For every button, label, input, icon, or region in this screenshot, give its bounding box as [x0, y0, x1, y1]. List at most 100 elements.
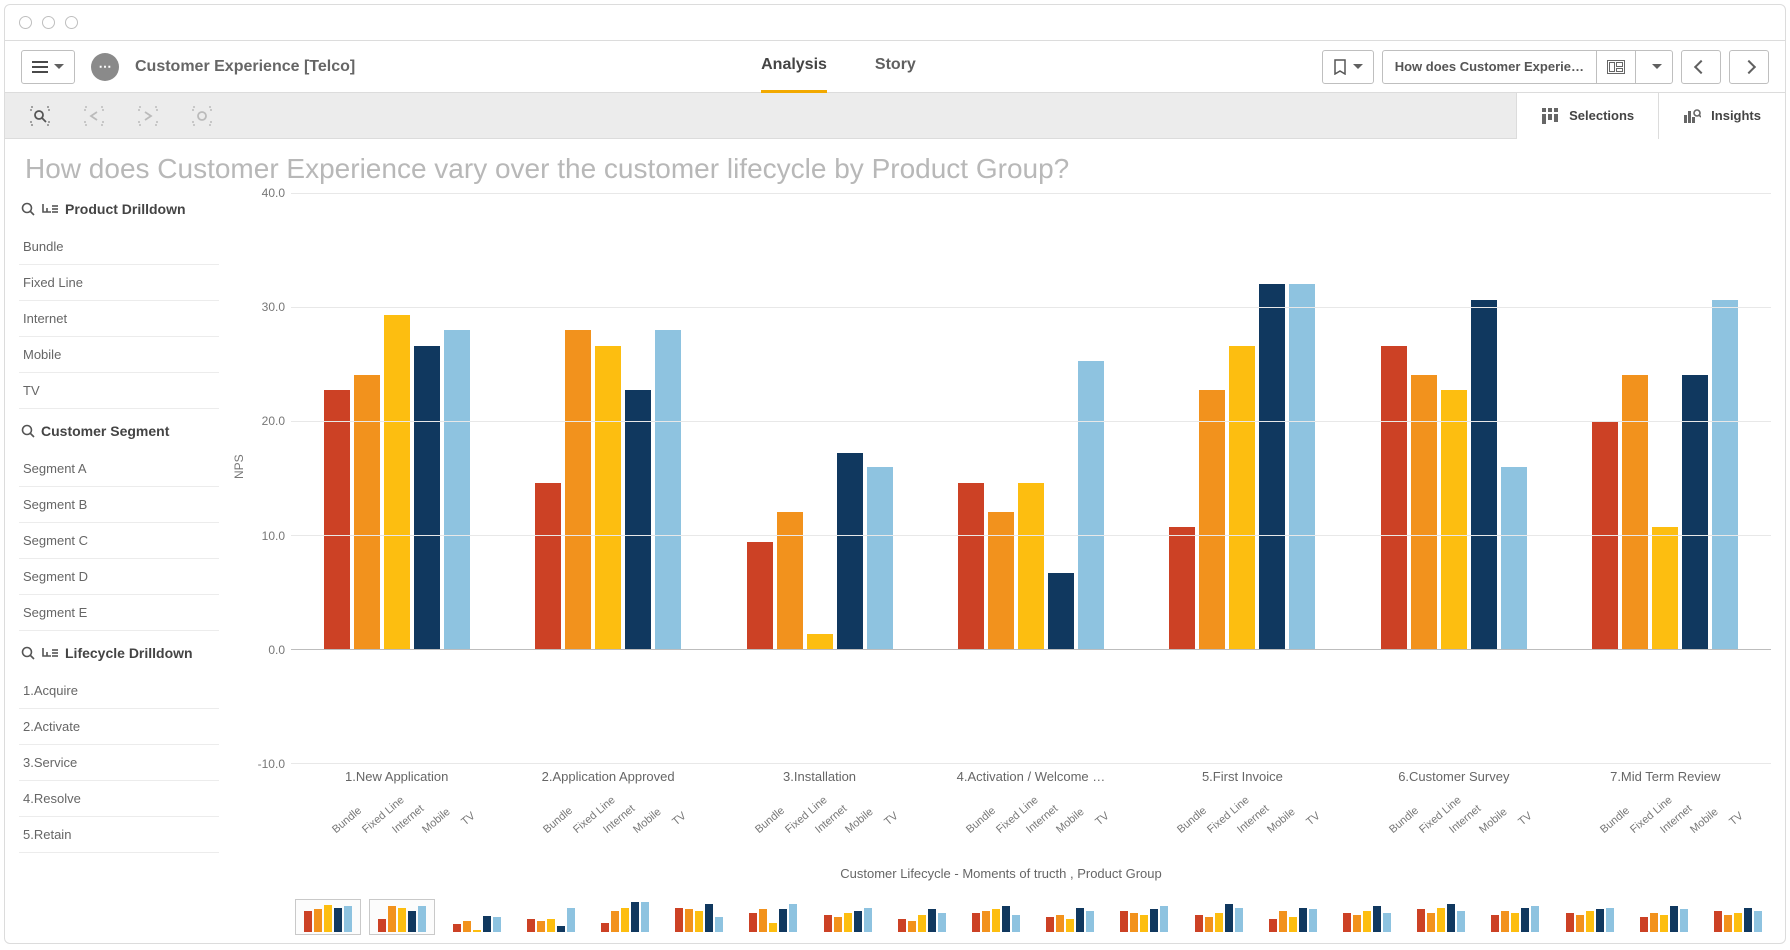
filter-item[interactable]: TV [19, 373, 219, 409]
mini-group[interactable] [740, 899, 806, 935]
bar[interactable] [1441, 390, 1467, 649]
window-min-dot[interactable] [42, 16, 55, 29]
filter-item[interactable]: Segment C [19, 523, 219, 559]
mini-group[interactable] [1556, 899, 1622, 935]
bar[interactable] [1048, 573, 1074, 649]
window-max-dot[interactable] [65, 16, 78, 29]
filter-item[interactable]: Segment A [19, 451, 219, 487]
bar[interactable] [958, 483, 984, 649]
mini-bar [685, 909, 693, 932]
mini-bar [567, 908, 575, 932]
mini-group[interactable] [518, 899, 584, 935]
bar[interactable] [867, 467, 893, 649]
nav-menu-button[interactable] [21, 50, 75, 84]
mini-group[interactable] [1334, 899, 1400, 935]
bar[interactable] [324, 390, 350, 649]
filter-item[interactable]: Internet [19, 301, 219, 337]
filter-panel-header-product[interactable]: Product Drilldown [19, 193, 219, 223]
bar[interactable] [1652, 527, 1678, 649]
bar[interactable] [1018, 483, 1044, 649]
sheet-dropdown[interactable]: How does Customer Experie… [1382, 50, 1673, 84]
filter-item[interactable]: Segment E [19, 595, 219, 631]
filter-item[interactable]: 5.Retain [19, 817, 219, 853]
mini-group[interactable] [1705, 899, 1771, 935]
mini-group[interactable] [1111, 899, 1177, 935]
smart-search-button[interactable] [25, 101, 55, 131]
bar[interactable] [1682, 375, 1708, 649]
mini-group[interactable] [889, 899, 955, 935]
mini-group[interactable] [963, 899, 1029, 935]
filter-item[interactable]: Segment B [19, 487, 219, 523]
bar-group [925, 193, 1136, 763]
filter-item[interactable]: Segment D [19, 559, 219, 595]
mini-bar [1289, 917, 1297, 932]
mini-bar [1576, 915, 1584, 932]
bar[interactable] [1078, 361, 1104, 649]
window-close-dot[interactable] [19, 16, 32, 29]
bar[interactable] [837, 453, 863, 649]
tab-story[interactable]: Story [875, 41, 916, 93]
filter-item[interactable]: 3.Service [19, 745, 219, 781]
bar[interactable] [354, 375, 380, 649]
bar[interactable] [655, 330, 681, 649]
bar[interactable] [414, 346, 440, 649]
bar[interactable] [1411, 375, 1437, 649]
filter-item[interactable]: Mobile [19, 337, 219, 373]
chart-area[interactable]: NPS -10.00.010.020.030.040.0 [231, 193, 1771, 764]
bar[interactable] [1501, 467, 1527, 649]
mini-group[interactable] [1631, 899, 1697, 935]
app-avatar-icon: ⋯ [91, 53, 119, 81]
step-forward-button[interactable] [133, 101, 163, 131]
step-back-button[interactable] [79, 101, 109, 131]
mini-group[interactable] [1260, 899, 1326, 935]
mini-group[interactable] [443, 899, 509, 935]
bar[interactable] [807, 634, 833, 649]
bar[interactable] [1712, 300, 1738, 649]
insights-button[interactable]: Insights [1658, 93, 1785, 139]
bar[interactable] [565, 330, 591, 649]
mini-group[interactable] [295, 899, 361, 935]
bar[interactable] [595, 346, 621, 649]
clear-selections-button[interactable] [187, 101, 217, 131]
mini-group[interactable] [1037, 899, 1103, 935]
next-sheet-button[interactable] [1729, 50, 1769, 84]
bar[interactable] [625, 390, 651, 649]
bar[interactable] [777, 512, 803, 649]
filter-item[interactable]: 1.Acquire [19, 673, 219, 709]
mini-group[interactable] [1482, 899, 1548, 935]
mini-bar [1012, 915, 1020, 932]
mini-bar [621, 908, 629, 932]
bar[interactable] [1381, 346, 1407, 649]
bar[interactable] [535, 483, 561, 649]
filter-item[interactable]: 4.Resolve [19, 781, 219, 817]
bar[interactable] [1169, 527, 1195, 649]
filter-panel-header-segment[interactable]: Customer Segment [19, 415, 219, 445]
bookmarks-button[interactable] [1322, 50, 1374, 84]
filter-item[interactable]: Fixed Line [19, 265, 219, 301]
filter-item[interactable]: Bundle [19, 229, 219, 265]
mini-bar [378, 919, 386, 932]
bar[interactable] [1229, 346, 1255, 649]
mini-group[interactable] [1408, 899, 1474, 935]
bar[interactable] [1259, 284, 1285, 649]
bar[interactable] [444, 330, 470, 649]
bar[interactable] [1622, 375, 1648, 649]
bar[interactable] [1471, 300, 1497, 649]
filter-panel-header-lifecycle[interactable]: Lifecycle Drilldown [19, 637, 219, 667]
filter-item[interactable]: 2.Activate [19, 709, 219, 745]
y-tick-label: -10.0 [258, 757, 285, 771]
prev-sheet-button[interactable] [1681, 50, 1721, 84]
tab-analysis[interactable]: Analysis [761, 41, 827, 93]
bar[interactable] [988, 512, 1014, 649]
chart-navigator[interactable] [231, 887, 1771, 935]
mini-group[interactable] [814, 899, 880, 935]
mini-group[interactable] [592, 899, 658, 935]
bar[interactable] [1289, 284, 1315, 649]
bar[interactable] [384, 315, 410, 649]
bar[interactable] [747, 542, 773, 649]
mini-group[interactable] [666, 899, 732, 935]
mini-group[interactable] [369, 899, 435, 935]
mini-group[interactable] [1185, 899, 1251, 935]
bar[interactable] [1199, 390, 1225, 649]
selections-tool-button[interactable]: Selections [1516, 93, 1658, 139]
